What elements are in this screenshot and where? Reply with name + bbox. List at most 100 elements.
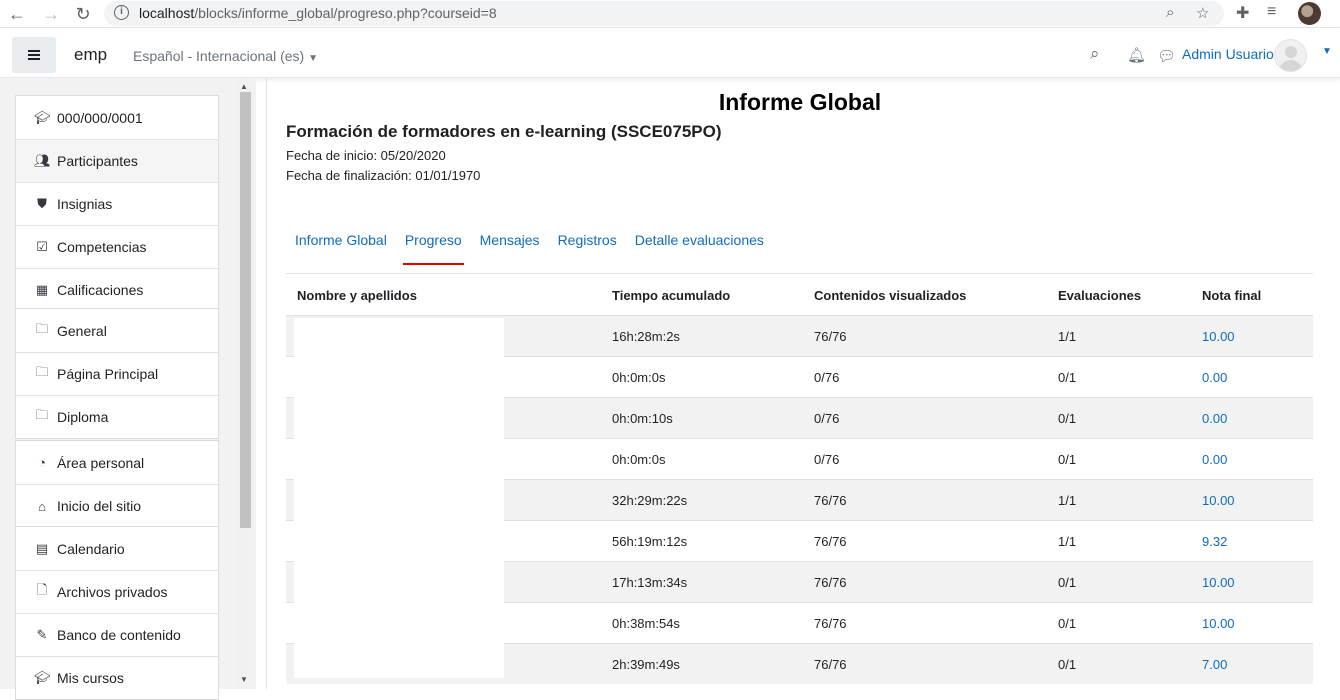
sidebar-item-label: General — [57, 322, 107, 339]
site-info-icon[interactable]: i — [114, 5, 129, 20]
cell-time: 17h:13m:34s — [612, 575, 688, 590]
search-icon[interactable]: ⌕ — [1090, 44, 1100, 64]
sidebar-group: 🗀 General 🗀 Página Principal 🗀 Diploma — [15, 308, 219, 439]
sidebar-item-calificaciones[interactable]: ▦ Calificaciones — [16, 268, 218, 311]
cell-time: 0h:0m:10s — [612, 411, 673, 426]
browser-toolbar: ← → ↻ i localhost/blocks/informe_global/… — [0, 0, 1340, 28]
cell-grade[interactable]: 9.32 — [1202, 534, 1227, 549]
scroll-up-icon[interactable]: ▲ — [240, 82, 248, 91]
sidebar-item-archivos-privados[interactable]: 🗋 Archivos privados — [16, 570, 218, 613]
forward-arrow-icon[interactable]: → — [40, 3, 62, 25]
top-navbar: emp Español - Internacional (es) ▼ ⌕ 🔔︎ … — [0, 32, 1340, 78]
sidebar-item-label: Calendario — [57, 540, 125, 557]
tab-informe-global[interactable]: Informe Global — [286, 229, 396, 259]
sidebar-item-inicio-del-sitio[interactable]: ⌂ Inicio del sitio — [16, 484, 218, 527]
cell-grade[interactable]: 10.00 — [1202, 329, 1235, 344]
sidebar-item-mis-cursos[interactable]: 🎓︎ Mis cursos — [16, 656, 218, 699]
browser-profile-avatar[interactable] — [1298, 2, 1321, 25]
checkbox-icon: ☑ — [36, 239, 48, 254]
back-arrow-icon[interactable]: ← — [6, 3, 28, 25]
tab-detalle-evaluaciones[interactable]: Detalle evaluaciones — [626, 229, 773, 259]
sidebar-item-label: Insignias — [57, 196, 113, 212]
table-header: Nombre y apellidos Tiempo acumulado Cont… — [286, 274, 1313, 315]
extensions-icon[interactable]: ✚ — [1236, 3, 1249, 23]
cell-time: 0h:0m:0s — [612, 370, 666, 385]
sidebar-item-calendario[interactable]: ▤ Calendario — [16, 527, 218, 570]
sidebar-item-competencias[interactable]: ☑ Competencias — [16, 225, 218, 268]
graduation-cap-icon: 🎓︎ — [34, 109, 51, 125]
content-divider — [266, 78, 267, 689]
folder-icon: 🗀 — [35, 364, 49, 379]
sidebar-item-label: Diploma — [57, 409, 109, 425]
tab-mensajes[interactable]: Mensajes — [471, 229, 549, 259]
url-text[interactable]: localhost/blocks/informe_global/progreso… — [139, 5, 497, 21]
media-queue-icon[interactable]: ≡ — [1267, 3, 1276, 21]
file-icon: 🗋 — [36, 582, 48, 597]
column-header-contents: Contenidos visualizados — [814, 288, 967, 303]
sidebar-item-label: Calificaciones — [57, 282, 144, 298]
zoom-icon[interactable]: ⌕ — [1166, 4, 1174, 21]
cell-grade[interactable]: 10.00 — [1202, 616, 1235, 631]
cell-contents: 0/76 — [814, 370, 840, 385]
sidebar-item-000-000-0001[interactable]: 🎓︎ 000/000/0001 — [16, 96, 218, 139]
sidebar-item-label: Competencias — [57, 239, 147, 255]
cell-time: 32h:29m:22s — [612, 493, 688, 508]
course-title: Formación de formadores en e-learning (S… — [286, 122, 722, 141]
cell-contents: 0/76 — [814, 452, 840, 467]
tab-registros[interactable]: Registros — [549, 229, 626, 259]
sidebar-group: ◔ Área personal ⌂ Inicio del sitio — [15, 440, 219, 528]
address-bar[interactable]: i localhost/blocks/informe_global/progre… — [104, 1, 1224, 26]
cell-evaluations: 0/1 — [1058, 452, 1077, 467]
bookmark-star-icon[interactable]: ☆ — [1196, 4, 1209, 22]
shield-icon: ⛊ — [37, 196, 47, 211]
avatar[interactable] — [1274, 39, 1307, 72]
sidebar-item-diploma[interactable]: 🗀 Diploma — [16, 395, 218, 438]
column-header-grade: Nota final — [1202, 288, 1262, 303]
calendar-icon: ▤ — [35, 540, 49, 556]
scroll-down-icon[interactable]: ▼ — [240, 675, 248, 684]
user-menu-name[interactable]: Admin Usuario — [1182, 46, 1274, 62]
sidebar-item-label: 000/000/0001 — [57, 109, 143, 126]
cell-grade[interactable]: 7.00 — [1202, 657, 1227, 672]
cell-contents: 76/76 — [814, 493, 847, 508]
site-name[interactable]: emp — [74, 45, 107, 65]
sidebar-item-label: Banco de contenido — [57, 627, 181, 643]
cell-time: 56h:19m:12s — [612, 534, 688, 549]
sidebar-item-área-personal[interactable]: ◔ Área personal — [16, 441, 218, 484]
cell-time: 0h:0m:0s — [612, 452, 666, 467]
menu-toggle-button[interactable] — [12, 37, 56, 73]
cell-grade[interactable]: 0.00 — [1202, 452, 1227, 467]
folder-icon: 🗀 — [35, 407, 49, 422]
bell-icon[interactable]: 🔔︎ — [1127, 46, 1146, 64]
sidebar-item-banco-de-contenido[interactable]: ✎ Banco de contenido — [16, 613, 218, 656]
tab-progreso[interactable]: Progreso — [396, 229, 471, 265]
reload-icon[interactable]: ↻ — [72, 3, 94, 25]
cell-evaluations: 0/1 — [1058, 616, 1077, 631]
cell-evaluations: 1/1 — [1058, 329, 1077, 344]
sidebar-item-participantes[interactable]: 👥︎ Participantes — [16, 139, 218, 182]
cell-grade[interactable]: 0.00 — [1202, 370, 1227, 385]
graduation-cap-icon: 🎓︎ — [34, 670, 51, 685]
cell-time: 2h:39m:49s — [612, 657, 680, 672]
cell-evaluations: 1/1 — [1058, 534, 1077, 549]
sidebar-scrollbar[interactable]: ▲ ▼ — [236, 78, 254, 689]
sidebar-item-página-principal[interactable]: 🗀 Página Principal — [16, 352, 218, 395]
cell-grade[interactable]: 10.00 — [1202, 493, 1235, 508]
page-title: Informe Global — [718, 89, 882, 115]
chat-bubble-icon[interactable]: 💬︎ — [1157, 47, 1176, 65]
sidebar-item-general[interactable]: 🗀 General — [16, 309, 218, 352]
cell-grade[interactable]: 10.00 — [1202, 575, 1235, 590]
scrollbar-thumb[interactable] — [240, 92, 251, 528]
sidebar-item-label: Inicio del sitio — [57, 498, 142, 514]
cell-contents: 0/76 — [814, 411, 840, 426]
cell-evaluations: 0/1 — [1058, 657, 1077, 672]
language-menu[interactable]: Español - Internacional (es) ▼ — [133, 48, 318, 64]
sidebar-item-label: Página Principal — [57, 366, 159, 382]
cell-contents: 76/76 — [814, 534, 847, 549]
cell-time: 0h:38m:54s — [612, 616, 680, 631]
cell-evaluations: 0/1 — [1058, 370, 1077, 385]
sidebar-item-insignias[interactable]: ⛊ Insignias — [16, 182, 218, 225]
user-menu-caret-icon[interactable]: ▼ — [1322, 46, 1332, 57]
cell-grade[interactable]: 0.00 — [1202, 411, 1227, 426]
folder-icon: 🗀 — [35, 320, 49, 336]
